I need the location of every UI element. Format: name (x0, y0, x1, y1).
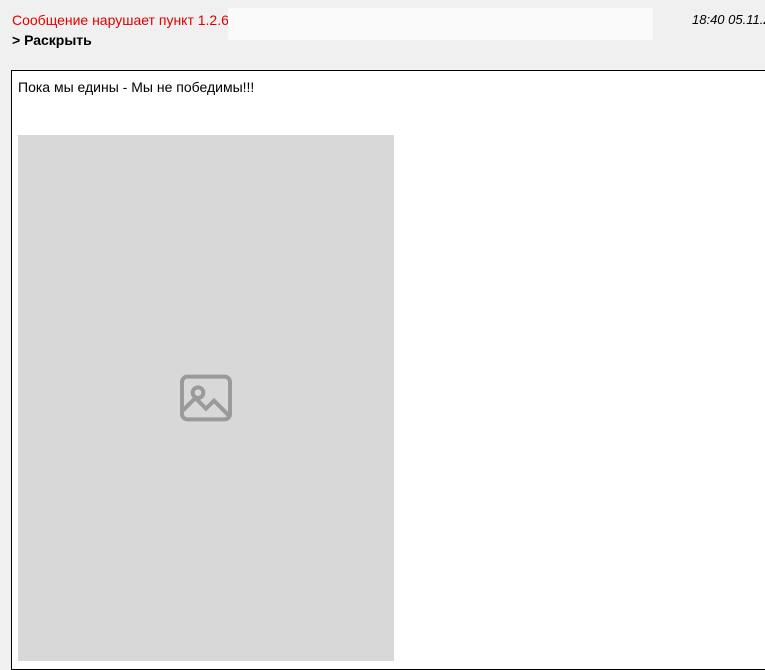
post-header: Сообщение нарушает пункт 1.2.6 > Раскрыт… (0, 0, 765, 60)
image-icon (180, 374, 232, 422)
post-text: Пока мы едины - Мы не победимы!!! (18, 79, 255, 95)
expand-link[interactable]: > Раскрыть (12, 32, 92, 48)
post-body: Пока мы едины - Мы не победимы!!! (11, 70, 765, 670)
post-timestamp: 18:40 05.11.2 (692, 12, 765, 27)
redacted-area (228, 8, 653, 40)
post-image-placeholder (18, 135, 394, 661)
violation-notice: Сообщение нарушает пункт 1.2.6 (12, 12, 229, 28)
